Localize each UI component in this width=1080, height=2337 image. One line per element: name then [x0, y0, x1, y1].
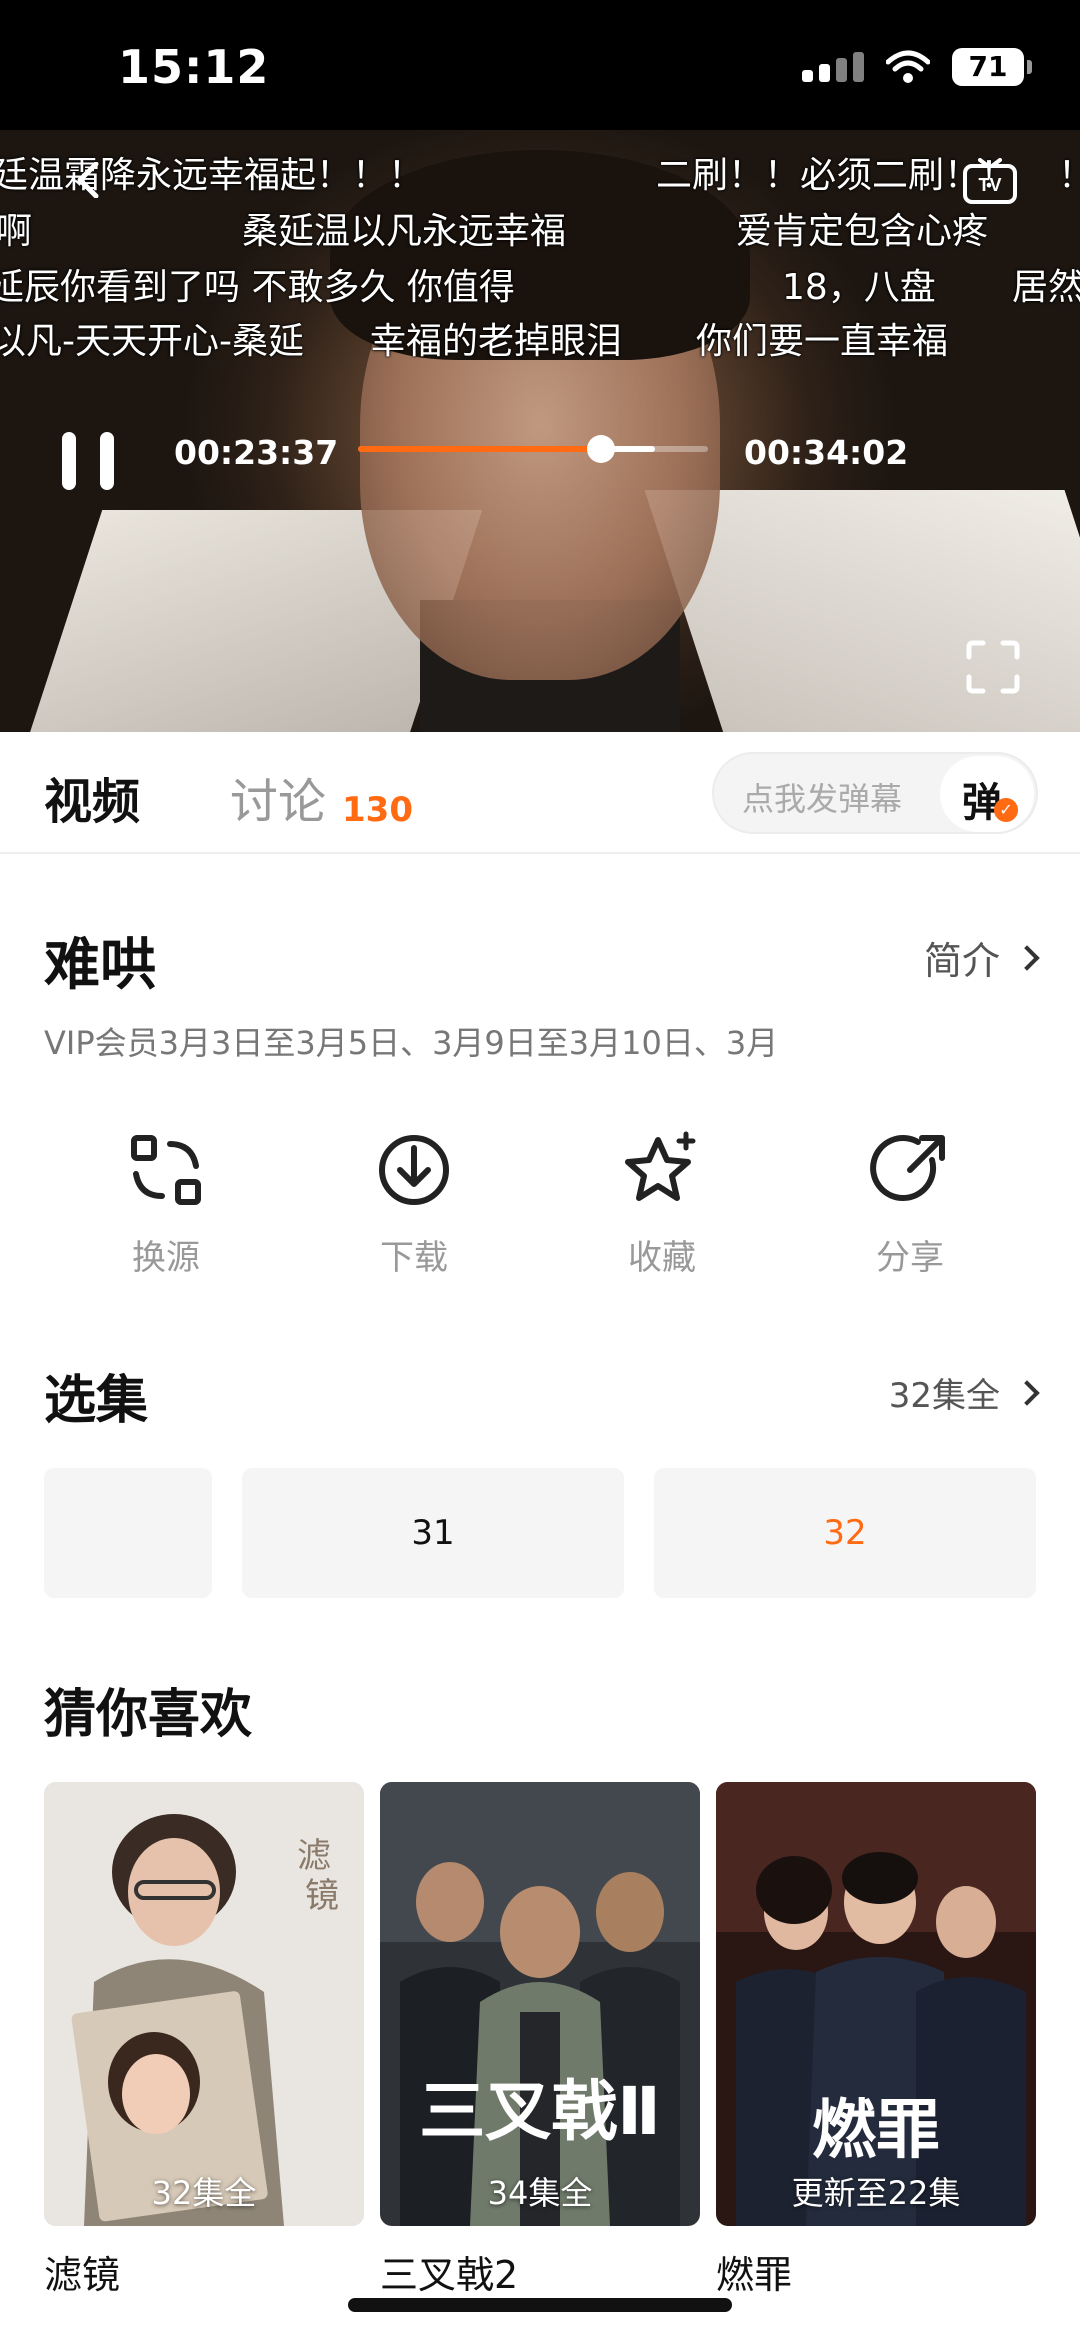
cellular-signal-icon: [802, 52, 864, 82]
danmaku-comment: 居然: [1012, 267, 1080, 308]
danmaku-comment: 啊: [0, 211, 33, 252]
pause-button[interactable]: [62, 432, 114, 490]
tab-discuss[interactable]: 讨论: [230, 762, 326, 832]
recommendation-card[interactable]: 三叉戟Ⅱ 34集全 三叉戟2: [380, 1782, 700, 2299]
intro-link-label: 简介: [923, 939, 1000, 983]
intro-link[interactable]: 简介: [923, 930, 1040, 985]
episode-button[interactable]: [44, 1468, 212, 1598]
recommendation-title: 燃罪: [716, 2253, 793, 2297]
video-player[interactable]: 廷温霜降永远幸福起！！！ 二刷！！必须二刷！！ ！ 啊 桑延温以凡永远幸福 爱肯…: [0, 130, 1080, 732]
danmaku-comment: 以凡-天天开心-桑延: [0, 321, 304, 362]
show-title: 难哄: [44, 933, 156, 998]
episodes-count: 32集全: [888, 1376, 1000, 1416]
favorite-button[interactable]: 收藏: [582, 1130, 742, 1279]
svg-text:三叉戟Ⅱ: 三叉戟Ⅱ: [419, 2073, 660, 2150]
danmaku-comment: 爱肯定包含心疼: [736, 211, 989, 252]
download-icon: [379, 1135, 449, 1205]
danmaku-input[interactable]: 点我发弹幕 弹 ✓: [712, 752, 1038, 834]
chevron-right-icon: [1014, 1379, 1040, 1406]
tab-video[interactable]: 视频: [44, 762, 140, 832]
poster-badge: 更新至22集: [791, 2174, 961, 2212]
back-arrow-icon[interactable]: [70, 162, 106, 198]
svg-text:燃罪: 燃罪: [812, 2094, 940, 2168]
poster-art: 三叉戟Ⅱ: [380, 1782, 700, 2226]
action-row: 换源 下载 收藏 分享: [0, 1130, 1080, 1280]
battery-icon: 71: [952, 48, 1032, 86]
poster-badge: 32集全: [151, 2174, 257, 2212]
episode-button[interactable]: 31: [242, 1468, 624, 1598]
danmaku-comment: 18，八盘: [782, 267, 936, 308]
poster-art: 滤 镜: [44, 1782, 364, 2226]
poster-badge: 34集全: [487, 2174, 593, 2212]
danmaku-toggle-label: 弹: [962, 780, 1002, 826]
fullscreen-icon[interactable]: [966, 640, 1020, 694]
progress-played: [358, 446, 602, 452]
danmaku-comment: 延辰你看到了吗 不敢多久 你值得: [0, 267, 515, 308]
recommendation-card[interactable]: 滤 镜 32集全 滤镜: [44, 1782, 364, 2299]
svg-text:滤: 滤: [297, 1836, 331, 1876]
switch-source-icon: [131, 1135, 201, 1205]
action-label: 下载: [380, 1238, 448, 1278]
status-icons: 71: [802, 48, 1032, 86]
action-label: 换源: [132, 1238, 200, 1278]
switch-source-button[interactable]: 换源: [86, 1130, 246, 1279]
content-tabs: 视频 讨论 130 点我发弹幕 弹 ✓: [0, 732, 1080, 854]
download-button[interactable]: 下载: [334, 1130, 494, 1279]
current-time: 00:23:37: [174, 433, 339, 472]
poster-art: 燃罪: [716, 1782, 1036, 2226]
danmaku-toggle-button[interactable]: 弹 ✓: [940, 756, 1034, 832]
svg-text:TV: TV: [978, 175, 1001, 195]
recommendation-title: 三叉戟2: [380, 2253, 519, 2297]
battery-level: 71: [952, 48, 1024, 86]
chevron-right-icon: [1014, 944, 1040, 971]
progress-bar[interactable]: [358, 435, 708, 463]
poster-image: 滤 镜 32集全: [44, 1782, 364, 2226]
check-icon: ✓: [994, 798, 1018, 822]
episodes-title: 选集: [44, 1371, 149, 1431]
danmaku-input-placeholder: 点我发弹幕: [742, 780, 903, 818]
danmaku-comment: 你们要一直幸福: [696, 321, 949, 362]
poster-image: 燃罪 更新至22集: [716, 1782, 1036, 2226]
action-label: 分享: [876, 1238, 944, 1278]
status-bar: 15:12 71: [0, 0, 1080, 130]
total-time: 00:34:02: [744, 433, 909, 472]
episode-button-selected[interactable]: 32: [654, 1468, 1036, 1598]
vip-schedule: VIP会员3月3日至3月5日、3月9日至3月10日、3月: [44, 1024, 779, 1062]
progress-thumb[interactable]: [587, 435, 616, 463]
poster-image: 三叉戟Ⅱ 34集全: [380, 1782, 700, 2226]
danmaku-comment: 幸福的老掉眼泪: [370, 321, 623, 362]
favorite-star-icon: [625, 1131, 696, 1201]
danmaku-comment: ！: [1058, 146, 1080, 198]
episodes-all-link[interactable]: 32集全: [888, 1368, 1040, 1417]
wifi-icon: [886, 50, 930, 83]
tv-cast-icon[interactable]: TV: [962, 158, 1018, 206]
danmaku-comment: 桑延温以凡永远幸福: [242, 211, 567, 252]
recommendations-title: 猜你喜欢: [44, 1685, 253, 1745]
svg-text:镜: 镜: [305, 1876, 339, 1916]
share-icon: [870, 1135, 945, 1201]
status-time: 15:12: [118, 40, 270, 94]
recommendation-card[interactable]: 燃罪 更新至22集 燃罪: [716, 1782, 1036, 2299]
recommendation-title: 滤镜: [44, 2253, 121, 2297]
discuss-count-badge: 130: [342, 790, 413, 830]
share-button[interactable]: 分享: [830, 1130, 990, 1279]
action-label: 收藏: [628, 1238, 696, 1278]
home-indicator[interactable]: [348, 2298, 732, 2312]
danmaku-comment: 廷温霜降永远幸福起！！！: [0, 155, 425, 196]
